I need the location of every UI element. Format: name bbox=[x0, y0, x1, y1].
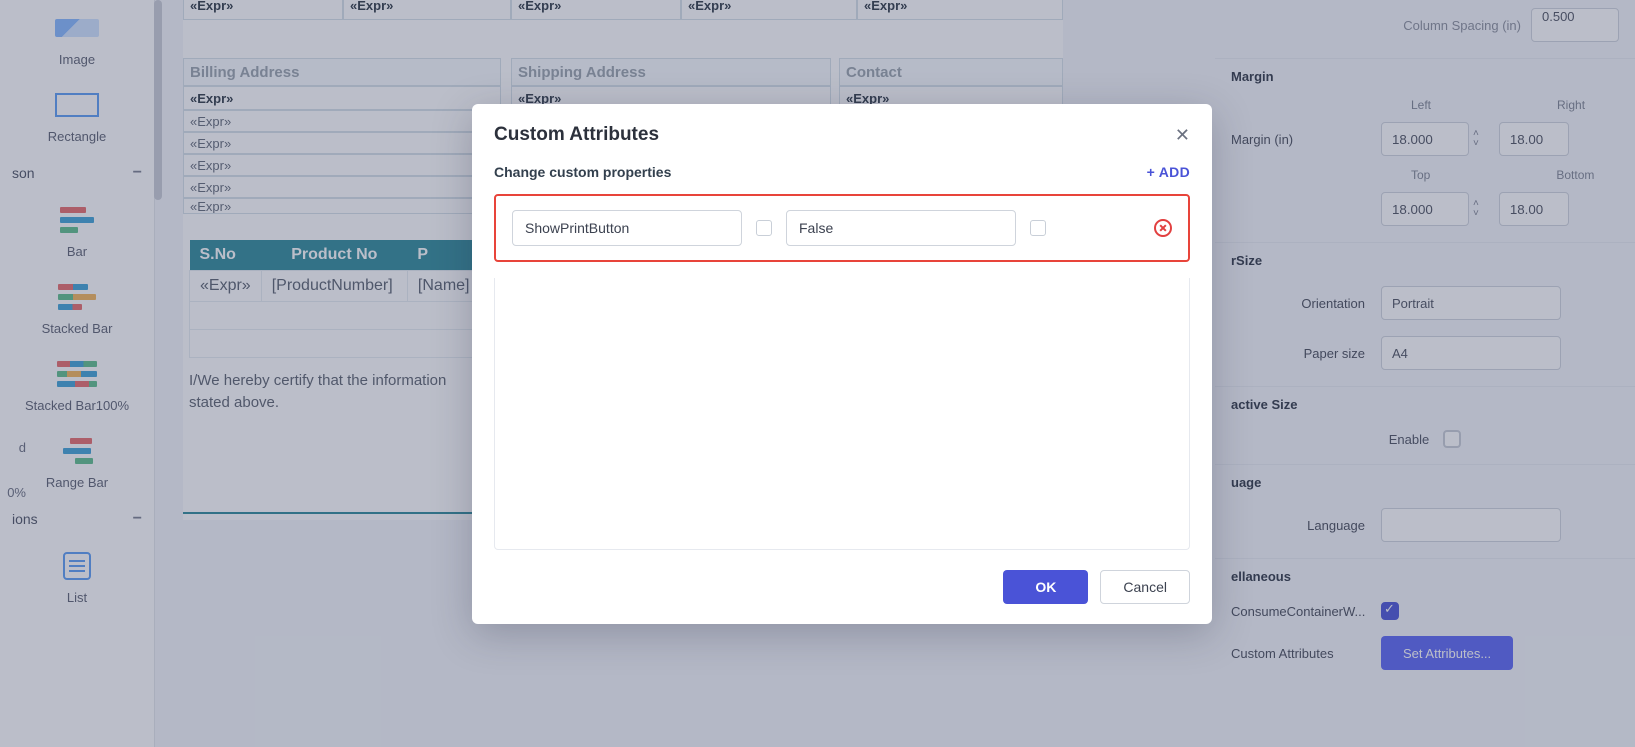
add-button[interactable]: + ADD bbox=[1147, 164, 1190, 180]
attributes-highlighted-row bbox=[494, 194, 1190, 262]
attribute-row bbox=[512, 210, 1172, 246]
value-checkbox[interactable] bbox=[1030, 220, 1046, 236]
attributes-list-area bbox=[494, 278, 1190, 550]
attr-key-input[interactable] bbox=[512, 210, 742, 246]
dialog-title: Custom Attributes bbox=[494, 124, 659, 146]
dialog-subtitle: Change custom properties bbox=[494, 164, 671, 180]
cancel-button[interactable]: Cancel bbox=[1100, 570, 1190, 604]
attr-value-input[interactable] bbox=[786, 210, 1016, 246]
key-checkbox[interactable] bbox=[756, 220, 772, 236]
custom-attributes-dialog: Custom Attributes ✕ Change custom proper… bbox=[472, 104, 1212, 624]
ok-button[interactable]: OK bbox=[1003, 570, 1088, 604]
delete-row-icon[interactable] bbox=[1154, 219, 1172, 237]
close-icon[interactable]: ✕ bbox=[1175, 125, 1190, 146]
